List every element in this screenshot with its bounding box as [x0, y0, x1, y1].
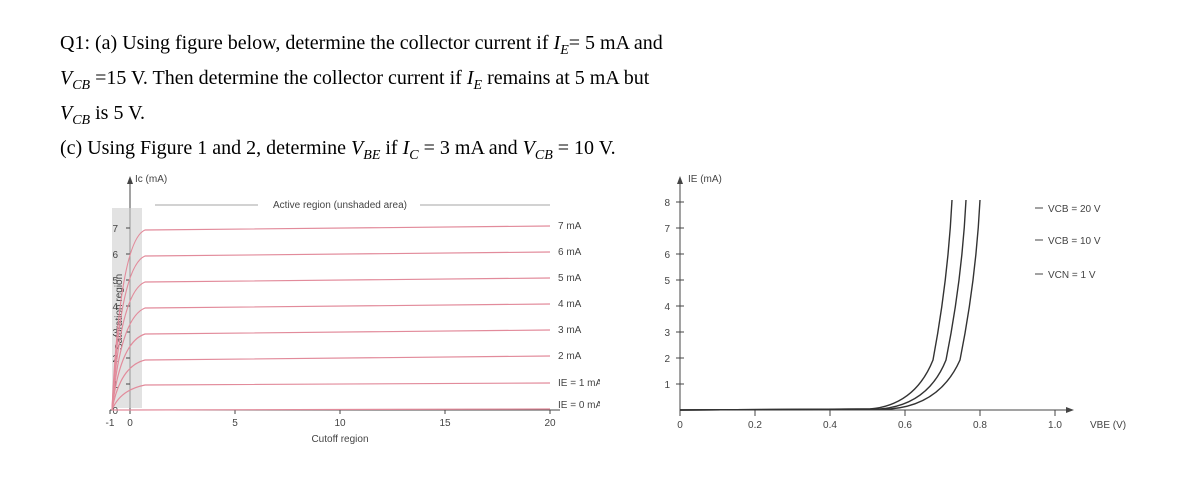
chart1-curves — [112, 226, 550, 410]
question-line-1: Q1: (a) Using figure below, determine th… — [60, 30, 1160, 61]
svg-text:4: 4 — [664, 302, 670, 313]
question-line-2: VCB =15 V. Then determine the collector … — [60, 65, 1160, 96]
svg-text:VCN = 1 V: VCN = 1 V — [1048, 270, 1096, 281]
figure-1: Ic (mA) Saturation region 0 1 2 3 4 5 6 … — [60, 170, 600, 450]
chart2-curves — [680, 200, 980, 410]
svg-text:7: 7 — [664, 224, 670, 235]
active-region-label: Active region (unshaded area) — [273, 200, 407, 211]
svg-text:4: 4 — [112, 302, 118, 313]
svg-text:6: 6 — [664, 250, 670, 261]
chart2-x-ticks: 0 0.2 0.4 0.6 0.8 1.0 — [677, 410, 1062, 431]
chart2-y-label: IE (mA) — [688, 174, 722, 185]
svg-text:6 mA: 6 mA — [558, 247, 582, 258]
chart2-y-ticks: 1 2 3 4 5 6 7 8 — [664, 198, 684, 391]
svg-text:7: 7 — [112, 224, 118, 235]
svg-text:5: 5 — [112, 276, 118, 287]
figure-2: IE (mA) 1 2 3 4 5 6 7 8 0 0.2 0.4 — [630, 170, 1150, 450]
svg-text:6: 6 — [112, 250, 118, 261]
svg-text:15: 15 — [439, 418, 451, 429]
svg-text:8: 8 — [664, 198, 670, 209]
svg-text:0.2: 0.2 — [748, 420, 762, 431]
svg-text:5: 5 — [232, 418, 238, 429]
svg-text:1.0: 1.0 — [1048, 420, 1062, 431]
svg-text:0.8: 0.8 — [973, 420, 987, 431]
svg-text:0.4: 0.4 — [823, 420, 837, 431]
svg-text:4 mA: 4 mA — [558, 299, 582, 310]
svg-text:IE = 0 mA: IE = 0 mA — [558, 400, 600, 411]
svg-text:2: 2 — [664, 354, 670, 365]
svg-text:2 mA: 2 mA — [558, 351, 582, 362]
svg-text:3: 3 — [664, 328, 670, 339]
svg-text:VCB = 20 V: VCB = 20 V — [1048, 204, 1101, 215]
svg-text:1: 1 — [664, 380, 670, 391]
chart1-x-ticks: -1 0 5 10 15 20 — [106, 410, 556, 429]
svg-text:20: 20 — [544, 418, 556, 429]
svg-text:3 mA: 3 mA — [558, 325, 582, 336]
chart2-curve-labels: VCB = 20 V VCB = 10 V VCN = 1 V — [1035, 204, 1101, 281]
svg-text:7 mA: 7 mA — [558, 221, 582, 232]
svg-text:5: 5 — [664, 276, 670, 287]
question-line-3: VCB is 5 V. — [60, 100, 1160, 131]
question-line-4: (c) Using Figure 1 and 2, determine VBE … — [60, 135, 1160, 166]
chart1-y-label: Ic (mA) — [135, 174, 167, 185]
cutoff-region-label: Cutoff region — [311, 434, 368, 445]
chart1-curve-labels: 7 mA 6 mA 5 mA 4 mA 3 mA 2 mA IE = 1 mA … — [558, 221, 600, 411]
svg-text:IE = 1 mA: IE = 1 mA — [558, 378, 600, 389]
svg-text:0: 0 — [677, 420, 683, 431]
svg-text:-1: -1 — [106, 418, 115, 429]
chart2-x-label: VBE (V) — [1090, 420, 1126, 431]
svg-text:0: 0 — [127, 418, 133, 429]
svg-text:10: 10 — [334, 418, 346, 429]
svg-text:VCB = 10 V: VCB = 10 V — [1048, 236, 1101, 247]
svg-text:5 mA: 5 mA — [558, 273, 582, 284]
svg-text:0.6: 0.6 — [898, 420, 912, 431]
